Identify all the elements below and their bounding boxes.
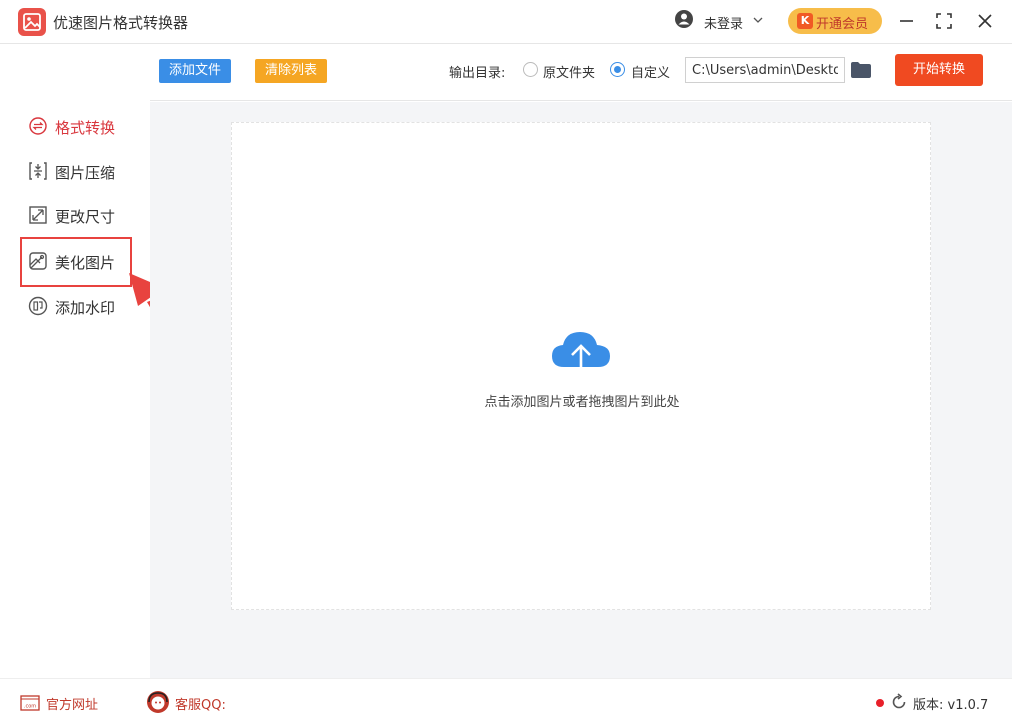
radio-original-label[interactable]: 原文件夹 — [543, 62, 595, 81]
website-icon-text: .com — [24, 704, 36, 710]
clear-list-button[interactable]: 清除列表 — [255, 59, 327, 83]
radio-original-folder[interactable] — [523, 62, 538, 77]
chevron-down-icon[interactable] — [752, 14, 764, 26]
main-area: 点击添加图片或者拖拽图片到此处 — [150, 102, 1012, 678]
customer-service-icon[interactable] — [146, 690, 170, 714]
output-path-input[interactable] — [685, 57, 845, 83]
official-site-link[interactable]: 官方网址 — [46, 694, 98, 713]
app-logo-icon — [18, 8, 46, 36]
add-file-button[interactable]: 添加文件 — [159, 59, 231, 83]
sidebar-item-label: 更改尺寸 — [55, 208, 116, 226]
app-title: 优速图片格式转换器 — [53, 14, 189, 32]
sidebar-item-label: 添加水印 — [55, 299, 116, 317]
drop-hint: 点击添加图片或者拖拽图片到此处 — [484, 395, 680, 410]
folder-icon[interactable] — [850, 61, 872, 79]
radio-custom-label[interactable]: 自定义 — [631, 62, 670, 81]
sidebar-item-compress[interactable]: 图片压缩 — [28, 158, 138, 184]
vip-label: 开通会员 — [816, 17, 869, 32]
sidebar-item-resize[interactable]: 更改尺寸 — [28, 202, 138, 228]
vip-badge-icon: K — [797, 13, 813, 29]
cloud-upload-icon[interactable] — [550, 327, 612, 381]
vip-button[interactable]: K 开通会员 — [788, 8, 882, 34]
format-convert-icon — [29, 117, 47, 135]
resize-icon — [29, 206, 47, 224]
sidebar-item-format-convert[interactable]: 格式转换 — [28, 113, 138, 139]
footer: .com 官方网址 客服QQ: 版本: v1.0.7 — [0, 678, 1012, 724]
status-dot — [876, 699, 884, 707]
title-bar: 优速图片格式转换器 未登录 K 开通会员 — [0, 0, 1012, 44]
output-dir-label: 输出目录: — [449, 66, 506, 81]
website-icon[interactable]: .com — [20, 695, 40, 711]
toolbar: 添加文件 清除列表 输出目录: 原文件夹 自定义 开始转换 — [150, 45, 1012, 101]
sidebar-item-label: 图片压缩 — [55, 164, 116, 182]
refresh-icon[interactable] — [890, 693, 908, 711]
version-label: 版本: v1.0.7 — [913, 698, 989, 713]
compress-icon — [29, 162, 47, 180]
minimize-icon[interactable] — [897, 11, 917, 31]
sidebar: 格式转换 图片压缩 更改尺寸 美化图片 添加水印 — [0, 45, 150, 678]
watermark-icon — [28, 296, 48, 316]
annotation-highlight-box — [20, 237, 132, 287]
start-convert-button[interactable]: 开始转换 — [895, 54, 983, 86]
user-icon[interactable] — [674, 9, 694, 29]
radio-custom[interactable] — [610, 62, 625, 77]
maximize-icon[interactable] — [934, 11, 954, 31]
sidebar-item-label: 格式转换 — [55, 119, 116, 137]
drop-zone[interactable]: 点击添加图片或者拖拽图片到此处 — [231, 122, 931, 610]
login-label[interactable]: 未登录 — [704, 13, 743, 32]
sidebar-item-watermark[interactable]: 添加水印 — [28, 293, 138, 319]
customer-service-label[interactable]: 客服QQ: — [175, 694, 226, 713]
close-icon[interactable] — [975, 11, 995, 31]
